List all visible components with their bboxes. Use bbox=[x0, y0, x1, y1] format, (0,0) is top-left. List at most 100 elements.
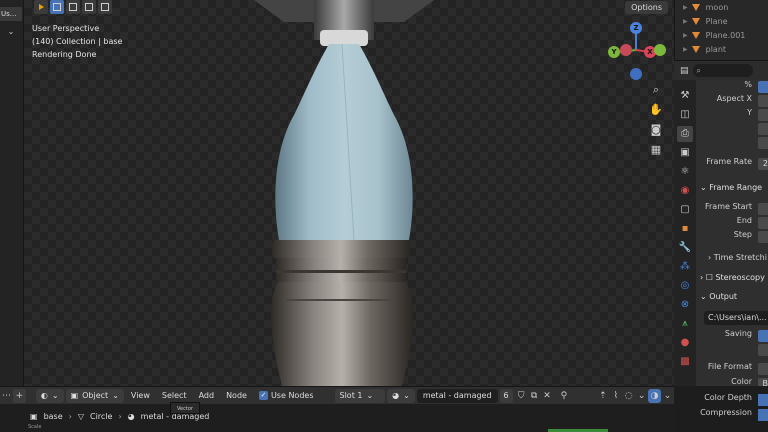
output-path-input[interactable]: C:\Users\ian\... La bbox=[704, 311, 768, 325]
expand-caret-icon[interactable]: ▶ bbox=[683, 46, 688, 53]
frame-rate-field[interactable]: Frame Rate 2 bbox=[696, 157, 768, 171]
pin-icon[interactable]: ⚲ bbox=[557, 389, 570, 403]
outliner-item[interactable]: ▶ moon bbox=[675, 0, 768, 14]
add-icon[interactable]: + bbox=[12, 388, 26, 403]
data-tab-icon[interactable]: ⩚ bbox=[677, 316, 693, 332]
saving-checkbox[interactable] bbox=[758, 330, 768, 342]
expand-caret-icon[interactable]: ▶ bbox=[683, 18, 688, 25]
frame-range-section[interactable]: ⌄ Frame Range bbox=[700, 180, 768, 196]
percent-slider[interactable] bbox=[758, 81, 768, 93]
frame-step-field[interactable]: Step bbox=[696, 230, 768, 244]
frame-start-field[interactable]: Frame Start bbox=[696, 202, 768, 216]
scene-tab-icon[interactable]: ⚛ bbox=[677, 164, 693, 180]
crop-region-value[interactable] bbox=[758, 137, 768, 149]
pan-hand-icon[interactable]: ✋ bbox=[648, 102, 664, 118]
gizmo-z-axis[interactable]: Z bbox=[630, 22, 642, 34]
time-stretching-section[interactable]: › Time Stretchi bbox=[708, 251, 768, 265]
gizmo-y-axis[interactable]: Y bbox=[608, 46, 620, 58]
frame-start-value[interactable] bbox=[758, 203, 768, 215]
parent-tree-icon[interactable]: ⇡ bbox=[596, 389, 609, 403]
overlay-dropdown-icon[interactable]: ⌄ bbox=[661, 389, 674, 403]
breadcrumb-item-object[interactable]: base bbox=[44, 412, 63, 421]
zoom-icon[interactable]: ⌕ bbox=[648, 82, 664, 98]
saving-option-field[interactable] bbox=[696, 343, 768, 357]
snap-dropdown-icon[interactable]: ⌄ bbox=[635, 389, 648, 403]
color-mode-value[interactable]: B bbox=[758, 378, 768, 386]
render-tab-icon[interactable]: ◫ bbox=[677, 107, 693, 123]
frame-end-value[interactable] bbox=[758, 217, 768, 229]
physics-tab-icon[interactable]: ◎ bbox=[677, 278, 693, 294]
close-icon[interactable]: ✕ bbox=[541, 389, 554, 403]
3d-viewport[interactable]: Options User Perspective (140) Collectio… bbox=[24, 0, 674, 386]
editor-type-icon[interactable]: ⋯ bbox=[0, 389, 13, 403]
world-tab-icon[interactable]: ◉ bbox=[677, 183, 693, 199]
frame-rate-dropdown[interactable]: 2 bbox=[758, 158, 768, 170]
saving-option-checkbox[interactable] bbox=[758, 344, 768, 356]
outliner-item[interactable]: ▶ Plane bbox=[675, 14, 768, 28]
gizmo-neg-x-axis[interactable] bbox=[620, 44, 632, 56]
overlay-icon[interactable]: ◑ bbox=[648, 388, 662, 403]
fake-user-shield-icon[interactable]: ⛉ bbox=[515, 389, 528, 403]
resolution-percent-field[interactable]: % bbox=[696, 80, 768, 94]
add-menu[interactable]: Add bbox=[194, 389, 220, 403]
stereoscopy-section[interactable]: › ☐ Stereoscopy bbox=[700, 270, 768, 286]
select-subtract-mode-button[interactable] bbox=[82, 0, 96, 14]
aspect-x-value[interactable] bbox=[758, 95, 768, 107]
view-menu[interactable]: View bbox=[126, 389, 155, 403]
render-region-value[interactable] bbox=[758, 123, 768, 135]
duplicate-icon[interactable]: ⧉ bbox=[528, 389, 541, 403]
particles-tab-icon[interactable]: ⁂ bbox=[677, 259, 693, 275]
expand-caret-icon[interactable]: ▶ bbox=[683, 4, 688, 11]
tool-tab-icon[interactable]: ⚒ bbox=[677, 88, 693, 104]
checkbox[interactable]: ☐ bbox=[706, 273, 716, 282]
grid-perspective-icon[interactable]: ▦ bbox=[648, 142, 664, 158]
expand-caret-icon[interactable]: ▶ bbox=[683, 32, 688, 39]
outliner-item[interactable]: ▶ Plane.001 bbox=[675, 28, 768, 42]
file-format-field[interactable]: File Format bbox=[696, 362, 768, 376]
compression-field[interactable]: Compression bbox=[696, 408, 768, 422]
modifier-tab-icon[interactable]: 🔧 bbox=[677, 240, 693, 256]
texture-tab-icon[interactable]: ▩ bbox=[677, 354, 693, 370]
select-tool-button[interactable] bbox=[34, 0, 48, 14]
frame-step-value[interactable] bbox=[758, 231, 768, 243]
outliner-item[interactable]: ▶ plant bbox=[675, 42, 768, 56]
snap-icon[interactable]: ⌇ bbox=[609, 389, 622, 403]
constraints-tab-icon[interactable]: ⊗ bbox=[677, 297, 693, 313]
shader-type-dropdown[interactable]: ◐ ⌄ bbox=[35, 388, 64, 403]
navigation-gizmo[interactable]: Z Y X bbox=[606, 20, 666, 80]
compression-slider[interactable] bbox=[758, 409, 768, 421]
aspect-y-value[interactable] bbox=[758, 109, 768, 121]
options-dropdown[interactable]: Options bbox=[625, 1, 668, 14]
aspect-x-field[interactable]: Aspect X bbox=[696, 94, 768, 108]
use-nodes-toggle[interactable]: ✓ Use Nodes bbox=[254, 389, 319, 403]
user-count-badge[interactable]: 6 bbox=[499, 388, 513, 403]
object-tab-icon[interactable]: ▪ bbox=[677, 221, 693, 237]
node-menu[interactable]: Node bbox=[221, 389, 252, 403]
select-menu[interactable]: Select bbox=[157, 389, 192, 403]
editor-type-button[interactable]: Us... bbox=[0, 7, 22, 21]
node-editor-canvas[interactable]: ▣ base › ▽ Circle › ◕ metal - damaged bbox=[0, 404, 674, 432]
render-region-field[interactable] bbox=[696, 122, 768, 136]
color-depth-value[interactable] bbox=[758, 394, 768, 406]
select-box-mode-button[interactable] bbox=[50, 0, 64, 14]
material-browse-button[interactable]: ◕ ⌄ bbox=[387, 388, 415, 403]
chevron-down-icon[interactable]: ⌄ bbox=[3, 26, 19, 38]
color-depth-field[interactable]: Color Depth bbox=[696, 393, 768, 407]
slot-dropdown[interactable]: Slot 1 ⌄ bbox=[334, 388, 386, 403]
snapping-icon[interactable]: ◌ bbox=[622, 389, 635, 403]
properties-search-input[interactable]: ⌕ bbox=[692, 64, 753, 77]
view-layer-tab-icon[interactable]: ▣ bbox=[677, 145, 693, 161]
collection-tab-icon[interactable]: ▢ bbox=[677, 202, 693, 218]
crop-region-field[interactable] bbox=[696, 136, 768, 150]
object-mode-dropdown[interactable]: ▣ Object ⌄ bbox=[65, 388, 124, 403]
saving-field[interactable]: Saving bbox=[696, 329, 768, 343]
frame-end-field[interactable]: End bbox=[696, 216, 768, 230]
color-mode-field[interactable]: Color B bbox=[696, 377, 768, 386]
gizmo-neg-y-axis[interactable] bbox=[654, 44, 666, 56]
material-name-field[interactable]: metal - damaged bbox=[416, 388, 498, 403]
aspect-y-field[interactable]: Y bbox=[696, 108, 768, 122]
output-tab-icon[interactable]: ⎙ bbox=[677, 126, 693, 142]
camera-view-icon[interactable]: ◙ bbox=[648, 122, 664, 138]
breadcrumb-item-mesh[interactable]: Circle bbox=[90, 412, 112, 421]
gizmo-neg-z-axis[interactable] bbox=[630, 68, 642, 80]
